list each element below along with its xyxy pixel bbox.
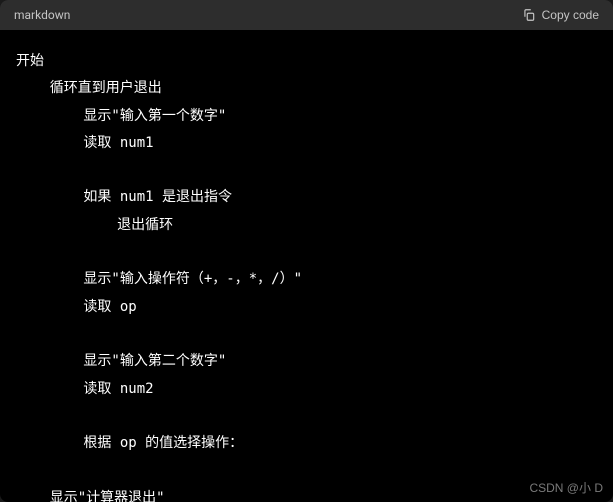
code-line: 显示"输入第一个数字" [16, 108, 226, 124]
code-line: 显示"输入第二个数字" [16, 353, 226, 369]
code-line: 读取 op [16, 299, 137, 315]
code-line: 显示"计算器退出" [16, 490, 165, 502]
code-line: 循环直到用户退出 [16, 80, 162, 96]
code-line: 退出循环 [16, 217, 173, 233]
language-label: markdown [14, 8, 70, 22]
code-line: 读取 num2 [16, 381, 154, 397]
watermark: CSDN @小 D [529, 479, 603, 496]
code-line: 如果 num1 是退出指令 [16, 189, 232, 205]
code-line: 显示"输入操作符（+，-，*，/）" [16, 271, 302, 287]
clipboard-icon [522, 8, 536, 22]
code-block-container: markdown Copy code 开始 循环直到用户退出 显示"输入第一个数… [0, 0, 613, 502]
code-line: 根据 op 的值选择操作： [16, 435, 243, 451]
code-line: 开始 [16, 53, 44, 69]
copy-label: Copy code [542, 8, 599, 22]
code-content[interactable]: 开始 循环直到用户退出 显示"输入第一个数字" 读取 num1 如果 num1 … [0, 30, 613, 502]
copy-code-button[interactable]: Copy code [522, 8, 599, 22]
code-header: markdown Copy code [0, 0, 613, 30]
code-line: 读取 num1 [16, 135, 154, 151]
